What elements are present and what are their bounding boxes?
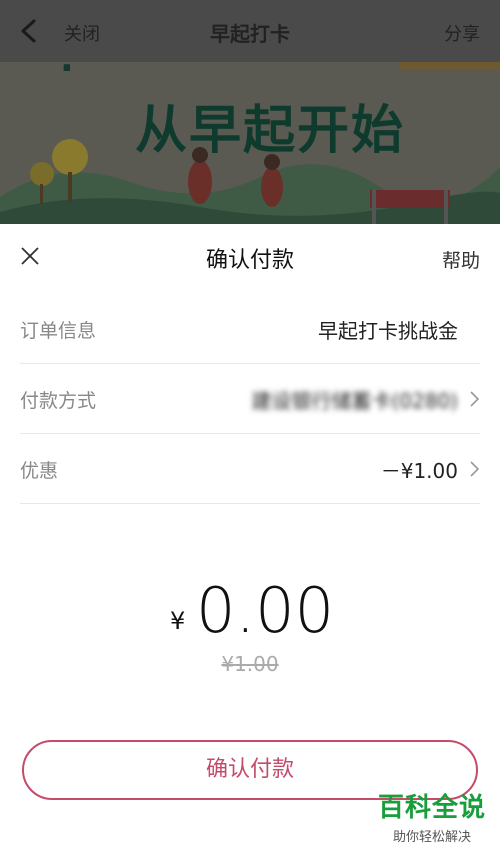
order-info-value: 早起打卡挑战金 [318,319,458,343]
banner-slogan: 从早起开始 [135,101,406,161]
help-link[interactable]: 帮助 [442,246,480,273]
payment-sheet: 确认付款 帮助 订单信息 早起打卡挑战金 付款方式 建设银行储蓄卡(0280) … [0,224,500,855]
discount-value: －¥1.00 [380,459,458,483]
chevron-right-icon [470,461,480,477]
top-nav-bar: 关闭 早起打卡 分享 [0,0,500,62]
currency-symbol: ¥ [170,607,186,635]
payment-method-label: 付款方式 [20,390,97,412]
sheet-title: 确认付款 [205,248,294,273]
chevron-right-icon [470,391,480,407]
sheet-header: 确认付款 帮助 [0,224,500,294]
banner-image: · 从早起开始 [0,62,500,224]
watermark-subtitle: 助你轻松解决 [392,830,471,845]
order-info-label: 订单信息 [20,320,97,342]
page-title: 早起打卡 [210,22,290,46]
share-button[interactable]: 分享 [444,20,480,46]
payment-amount: 0.00 [196,574,335,647]
original-price: ¥1.00 [221,652,279,676]
payment-method-row[interactable]: 付款方式 建设银行储蓄卡(0280) [20,364,480,434]
discount-row[interactable]: 优惠 －¥1.00 [20,434,480,504]
watermark-title: 百科全说 [377,793,486,823]
watermark-logo: 百科全说 助你轻松解决 [378,787,486,845]
payment-method-value: 建设银行储蓄卡(0280) [251,389,458,413]
svg-text:·: · [60,62,74,89]
order-info-row: 订单信息 早起打卡挑战金 [20,294,480,364]
discount-label: 优惠 [20,460,59,482]
